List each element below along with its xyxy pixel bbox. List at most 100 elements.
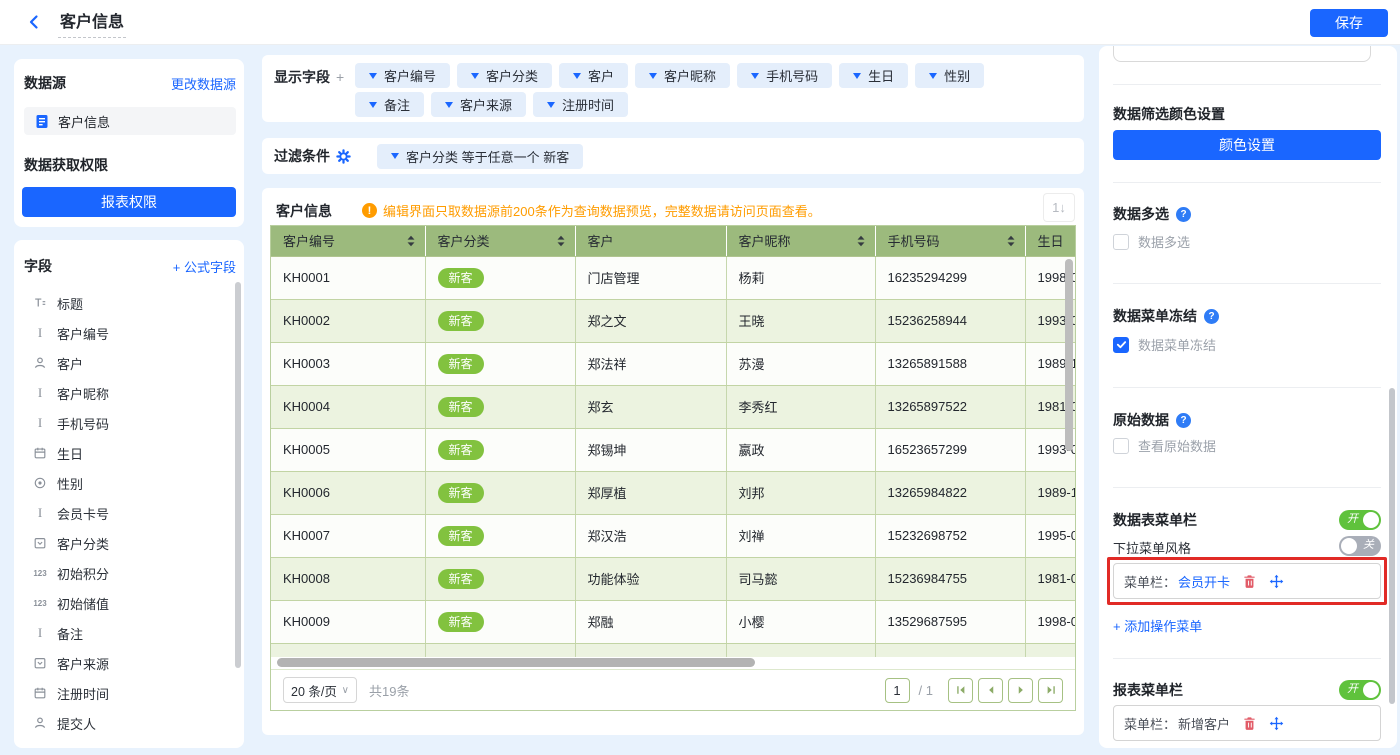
field-item-手机号码[interactable]: I手机号码	[24, 408, 236, 438]
clipped-input[interactable]	[1113, 46, 1371, 62]
question-icon[interactable]: ?	[1176, 207, 1191, 222]
color-settings-button[interactable]: 颜色设置	[1113, 130, 1381, 160]
field-item-生日[interactable]: 生日	[24, 438, 236, 468]
table-cell: 新客	[425, 385, 575, 428]
radio-icon	[32, 475, 48, 491]
raw-data-checkbox-row[interactable]: 查看原始数据	[1113, 436, 1216, 455]
menu-bar-prefix: 菜单栏：	[1124, 572, 1176, 591]
table-cell: 新客	[425, 299, 575, 342]
display-field-chip-备注[interactable]: 备注	[355, 92, 424, 117]
field-item-label: 客户昵称	[57, 384, 109, 403]
datasource-item[interactable]: 客户信息	[24, 107, 236, 135]
display-field-chip-生日[interactable]: 生日	[839, 63, 908, 88]
multi-select-checkbox-row[interactable]: 数据多选	[1113, 232, 1190, 251]
question-icon[interactable]: ?	[1204, 309, 1219, 324]
field-item-客户昵称[interactable]: I客户昵称	[24, 378, 236, 408]
menu-freeze-checkbox-row[interactable]: 数据菜单冻结	[1113, 335, 1216, 354]
field-item-初始积分[interactable]: 123初始积分	[24, 558, 236, 588]
question-icon[interactable]: ?	[1176, 413, 1191, 428]
fields-scrollbar[interactable]	[235, 282, 241, 668]
field-item-注册时间[interactable]: 注册时间	[24, 678, 236, 708]
sort-tool-button[interactable]: 1↓	[1043, 193, 1075, 222]
next-page-button[interactable]	[1008, 678, 1033, 703]
horizontal-scroll-thumb[interactable]	[277, 658, 755, 667]
select-icon	[32, 535, 48, 551]
highlight-ring: 菜单栏： 会员开卡	[1107, 557, 1387, 605]
back-icon[interactable]	[26, 14, 42, 30]
move-icon[interactable]	[1269, 716, 1284, 731]
table-cell: KH0003	[271, 342, 425, 385]
menu-bar-item[interactable]: 菜单栏： 新增客户	[1113, 705, 1381, 741]
text-icon: I	[32, 625, 48, 641]
add-formula-field-link[interactable]: + 公式字段	[173, 257, 236, 276]
field-item-label: 备注	[57, 624, 83, 643]
menu-freeze-checkbox[interactable]	[1113, 337, 1129, 353]
table-menu-toggle[interactable]: 开	[1339, 510, 1381, 530]
field-item-label: 提交人	[57, 714, 96, 733]
sort-icon[interactable]	[1006, 234, 1016, 248]
save-button[interactable]: 保存	[1310, 9, 1388, 37]
display-field-chip-客户编号[interactable]: 客户编号	[355, 63, 450, 88]
sort-icon[interactable]	[406, 234, 416, 248]
add-display-field-button[interactable]: +	[336, 69, 344, 85]
field-item-会员卡号[interactable]: I会员卡号	[24, 498, 236, 528]
chevron-down-icon	[929, 73, 937, 79]
field-item-客户编号[interactable]: I客户编号	[24, 318, 236, 348]
table-cell: KH0005	[271, 428, 425, 471]
menu-bar-item[interactable]: 菜单栏： 会员开卡	[1113, 563, 1381, 599]
trash-icon[interactable]	[1242, 716, 1257, 731]
field-item-提交人[interactable]: 提交人	[24, 708, 236, 738]
field-item-标题[interactable]: 标题	[24, 288, 236, 318]
table-cell: 苏漫	[726, 342, 875, 385]
field-item-备注[interactable]: I 备注	[24, 618, 236, 648]
report-permission-button[interactable]: 报表权限	[22, 187, 236, 217]
gear-icon[interactable]	[336, 149, 351, 164]
toggle-state-label: 开	[1347, 514, 1358, 525]
prev-page-button[interactable]	[978, 678, 1003, 703]
table-cell: 王晓	[726, 299, 875, 342]
display-field-chip-手机号码[interactable]: 手机号码	[737, 63, 832, 88]
trash-icon[interactable]	[1242, 574, 1257, 589]
permission-heading: 数据获取权限	[24, 155, 236, 175]
field-item-性别[interactable]: 性别	[24, 468, 236, 498]
field-item-客户来源[interactable]: 客户来源	[24, 648, 236, 678]
last-page-button[interactable]	[1038, 678, 1063, 703]
document-icon	[34, 113, 50, 129]
display-field-chip-客户昵称[interactable]: 客户昵称	[635, 63, 730, 88]
report-menu-toggle[interactable]: 开	[1339, 680, 1381, 700]
current-page-input[interactable]: 1	[885, 678, 910, 703]
field-item-初始储值[interactable]: 123初始储值	[24, 588, 236, 618]
data-table-widget: 客户编号客户分类客户客户昵称手机号码生日KH0001新客门店管理杨莉162352…	[270, 225, 1076, 711]
status-badge: 新客	[438, 440, 484, 460]
raw-data-checkbox[interactable]	[1113, 438, 1129, 454]
table-row: KH0009新客郑融小樱135296875951998-05	[271, 600, 1075, 643]
sort-icon[interactable]	[856, 234, 866, 248]
page-size-select[interactable]: 20 条/页 ∨	[283, 677, 357, 703]
table-vertical-scrollbar[interactable]	[1065, 259, 1073, 451]
first-page-button[interactable]	[948, 678, 973, 703]
display-field-chip-客户分类[interactable]: 客户分类	[457, 63, 552, 88]
sort-icon[interactable]	[556, 234, 566, 248]
status-badge: 新客	[438, 397, 484, 417]
field-item-客户[interactable]: 客户	[24, 348, 236, 378]
toggle-state-label: 开	[1347, 684, 1358, 695]
display-field-chip-客户[interactable]: 客户	[559, 63, 628, 88]
multi-select-checkbox-label: 数据多选	[1138, 232, 1190, 251]
display-field-chip-注册时间[interactable]: 注册时间	[533, 92, 628, 117]
change-datasource-link[interactable]: 更改数据源	[171, 74, 236, 93]
dropdown-style-toggle[interactable]: 关	[1339, 536, 1381, 556]
display-field-chip-性别[interactable]: 性别	[915, 63, 984, 88]
move-icon[interactable]	[1269, 574, 1284, 589]
table-row: KH0002新客郑之文王晓152362589441993-08	[271, 299, 1075, 342]
settings-scrollbar[interactable]	[1389, 388, 1395, 704]
add-action-menu-link[interactable]: + 添加操作菜单	[1113, 616, 1202, 635]
field-item-客户分类[interactable]: 客户分类	[24, 528, 236, 558]
table-row: KH0004新客郑玄李秀红132658975221981-06	[271, 385, 1075, 428]
menu-bar-name[interactable]: 新增客户	[1178, 714, 1230, 733]
filter-condition-chip[interactable]: 客户分类 等于任意一个 新客	[377, 144, 583, 169]
menu-bar-name[interactable]: 会员开卡	[1178, 572, 1230, 591]
multi-select-checkbox[interactable]	[1113, 234, 1129, 250]
table-cell: 杨莉	[726, 256, 875, 299]
display-field-chip-客户来源[interactable]: 客户来源	[431, 92, 526, 117]
text-icon: I	[32, 505, 48, 521]
